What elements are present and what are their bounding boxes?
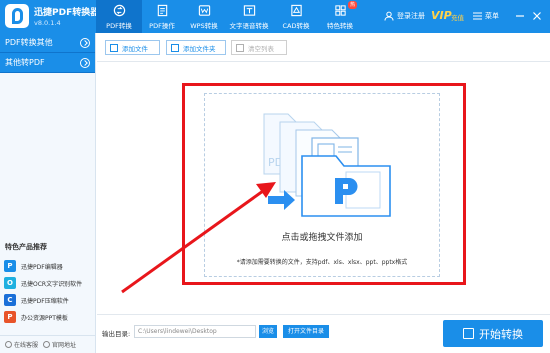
tab-label: 特色转换 — [327, 22, 353, 30]
sidebar-footer: 在线客服 官网地址 — [0, 335, 96, 353]
start-convert-button[interactable]: 开始转换 — [443, 320, 543, 347]
tab-pdf-convert[interactable]: PDF转换 — [96, 0, 142, 33]
headset-icon — [5, 341, 12, 348]
user-icon — [384, 11, 394, 21]
browse-button[interactable]: 浏览 — [259, 325, 277, 338]
tab-feature-convert[interactable]: 特色转换 热 — [317, 0, 363, 33]
product-label: 迅捷OCR文字识别软件 — [21, 280, 83, 288]
sidebar: PDF转换其他 其他转PDF 特色产品推荐 P 迅捷PDF编辑器 O 迅捷OCR… — [0, 33, 96, 353]
output-directory-label: 输出目录: — [102, 330, 131, 338]
sidebar-item-other-to-pdf[interactable]: 其他转PDF — [0, 53, 95, 73]
tab-label: 文字语音转换 — [229, 22, 269, 30]
chevron-down-icon — [80, 38, 90, 48]
title-bar: 迅捷PDF转换器 v8.0.1.4 PDF转换 PDF操作 WPS转换 文字语音… — [0, 0, 550, 33]
sidebar-item-label: 其他转PDF — [5, 58, 45, 67]
clear-list-button[interactable]: 清空列表 — [231, 40, 287, 55]
product-ocr[interactable]: O 迅捷OCR文字识别软件 — [4, 276, 92, 290]
add-folder-button[interactable]: 添加文件夹 — [166, 40, 226, 55]
vip-button[interactable]: VIP — [431, 9, 452, 22]
tab-label: CAD转换 — [282, 22, 310, 30]
toolbar-divider — [97, 61, 550, 62]
text-to-speech-icon — [243, 5, 255, 16]
add-folder-icon — [171, 43, 179, 52]
output-path-field[interactable]: C:\Users\lindewei\Desktop — [134, 325, 256, 338]
add-folder-label: 添加文件夹 — [183, 44, 216, 53]
close-icon[interactable] — [531, 10, 543, 22]
menu-label: 菜单 — [485, 12, 499, 20]
pdf-editor-icon: P — [4, 260, 16, 272]
bottom-divider — [97, 314, 550, 315]
highlight-box — [182, 83, 466, 285]
globe-icon — [43, 341, 51, 348]
products-title: 特色产品推荐 — [5, 243, 47, 251]
hamburger-icon — [473, 12, 482, 20]
add-file-label: 添加文件 — [122, 44, 148, 53]
feature-convert-icon — [334, 5, 346, 16]
ppt-icon: P — [4, 311, 16, 323]
tab-label: PDF转换 — [106, 22, 132, 30]
cad-icon — [290, 4, 302, 17]
ocr-icon: O — [4, 277, 16, 289]
open-folder-button[interactable]: 打开文件目录 — [283, 325, 329, 338]
hot-badge: 热 — [347, 1, 357, 9]
login-label: 登录注册 — [397, 12, 425, 20]
product-pdf-compress[interactable]: C 迅捷PDF压缩软件 — [4, 293, 92, 307]
tab-cad-convert[interactable]: CAD转换 — [275, 0, 317, 33]
product-ppt-templates[interactable]: P 办公资源PPT模板 — [4, 310, 92, 324]
sidebar-item-label: PDF转换其他 — [5, 38, 53, 47]
app-version: v8.0.1.4 — [34, 19, 61, 27]
tab-text-speech[interactable]: 文字语音转换 — [226, 0, 272, 33]
add-file-icon — [110, 43, 118, 52]
add-file-button[interactable]: 添加文件 — [105, 40, 160, 55]
wps-icon — [198, 5, 210, 16]
product-pdf-editor[interactable]: P 迅捷PDF编辑器 — [4, 259, 92, 273]
product-label: 办公资源PPT模板 — [21, 314, 68, 322]
convert-icon — [113, 4, 125, 17]
website-link[interactable]: 官网地址 — [38, 340, 76, 349]
app-logo — [5, 4, 29, 28]
convert-start-icon — [463, 328, 474, 339]
vip-recharge-label[interactable]: 充值 — [451, 12, 464, 22]
tab-label: PDF操作 — [149, 22, 175, 30]
tab-wps-convert[interactable]: WPS转换 — [182, 0, 226, 33]
menu-button[interactable]: 菜单 — [473, 11, 499, 21]
tab-pdf-operations[interactable]: PDF操作 — [142, 0, 182, 33]
app-title: 迅捷PDF转换器 — [34, 8, 100, 18]
start-convert-label: 开始转换 — [479, 327, 523, 341]
product-label: 迅捷PDF编辑器 — [21, 263, 63, 271]
clear-list-icon — [236, 43, 244, 52]
product-label: 迅捷PDF压缩软件 — [21, 297, 69, 305]
login-register-link[interactable]: 登录注册 — [384, 11, 425, 21]
minimize-icon[interactable] — [514, 10, 526, 22]
clear-list-label: 清空列表 — [248, 44, 274, 53]
pdf-operations-icon — [157, 4, 167, 17]
chevron-down-icon — [80, 58, 90, 68]
online-service-link[interactable]: 在线客服 — [0, 340, 38, 349]
tab-label: WPS转换 — [190, 22, 218, 30]
compress-icon: C — [4, 294, 16, 306]
sidebar-item-pdf-to-other[interactable]: PDF转换其他 — [0, 33, 95, 53]
